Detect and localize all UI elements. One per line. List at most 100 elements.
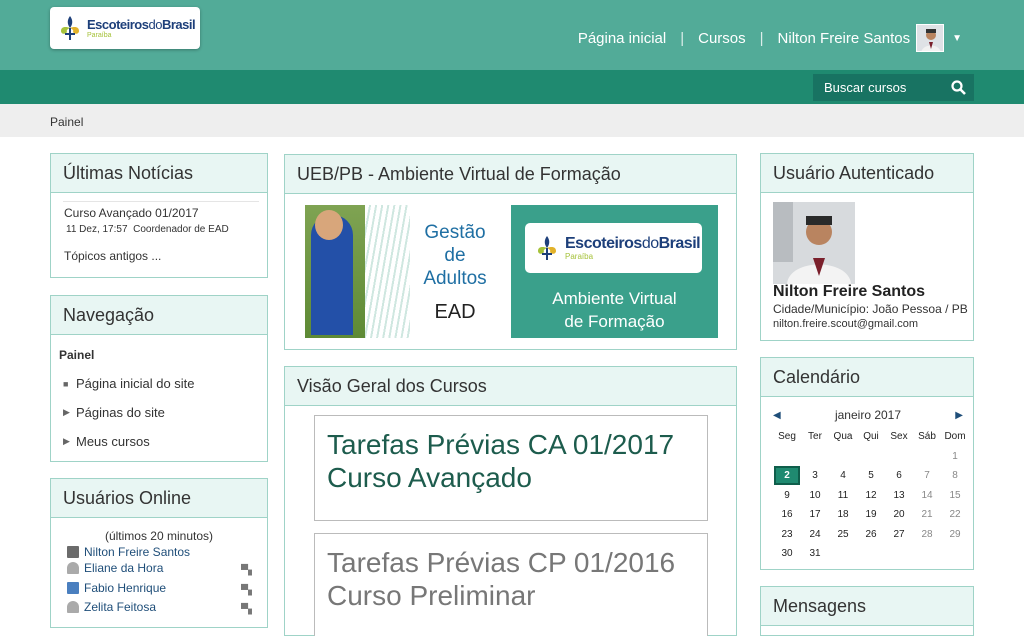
nav-site-pages[interactable]: ▶ Páginas do site (63, 405, 165, 420)
calendar-day[interactable]: 30 (773, 548, 801, 559)
next-month-icon[interactable]: ▶ (955, 410, 963, 421)
calendar-day[interactable]: 9 (773, 490, 801, 501)
avatar (67, 582, 79, 594)
calendar-day[interactable]: 5 (857, 470, 885, 481)
news-item-title[interactable]: Curso Avançado 01/2017 (64, 206, 199, 220)
banner-ead-label: EAD (434, 301, 476, 323)
expand-arrow-icon[interactable]: ▶ (63, 407, 76, 418)
course-title-line2[interactable]: Curso Avançado (327, 461, 695, 494)
user-icon (67, 601, 79, 613)
calendar-week-row: 30 31 (773, 544, 969, 564)
calendar-day[interactable]: 16 (773, 509, 801, 520)
user-menu-name[interactable]: Nilton Freire Santos (778, 30, 911, 47)
banner-logo-region: Paraíba (565, 251, 594, 261)
calendar-grid: Seg Ter Qua Qui Sex Sáb Dom 1 2 3 4 5 6 7 8 9 10 11 12 13 14… (773, 427, 969, 564)
calendar-day[interactable]: 20 (885, 509, 913, 520)
breadcrumb[interactable]: Painel (50, 115, 83, 129)
navigation-block: Navegação Painel ■ Página inicial do site… (50, 295, 268, 462)
calendar-weekday: Seg (778, 431, 796, 443)
calendar-day[interactable]: 18 (829, 509, 857, 520)
banner-virtual-env: Ambiente Virtual de Formação (511, 287, 718, 333)
calendar-weekday: Dom (944, 431, 966, 443)
course-card[interactable]: Tarefas Prévias CA 01/2017 Curso Avançad… (314, 415, 708, 521)
banner-logo: EscoteirosdoBrasil Paraíba (525, 223, 702, 273)
nav-site-home[interactable]: ■ Página inicial do site (63, 376, 195, 391)
news-item-meta: 11 Dez, 17:57 Coordenador de EAD (66, 224, 229, 235)
chevron-down-icon[interactable]: ▼ (952, 33, 962, 44)
calendar-day[interactable]: 11 (829, 490, 857, 501)
calendar-weekday: Qui (863, 431, 879, 443)
online-user-row[interactable]: Eliane da Hora (67, 561, 163, 575)
search-input[interactable]: Buscar cursos (824, 80, 906, 95)
course-card[interactable]: Tarefas Prévias CP 01/2016 Curso Prelimi… (314, 533, 708, 636)
nav-courses-link[interactable]: Cursos (698, 30, 746, 47)
online-user-row[interactable]: Fabio Henrique (67, 581, 166, 595)
calendar-day[interactable]: 22 (941, 509, 969, 520)
user-email: nilton.freire.scout@gmail.com (773, 318, 919, 330)
course-overview-title: Visão Geral dos Cursos (285, 367, 736, 406)
calendar-day[interactable]: 27 (885, 529, 913, 540)
user-fullname[interactable]: Nilton Freire Santos (773, 283, 925, 301)
nav-dashboard-link[interactable]: Painel (59, 348, 94, 362)
calendar-day[interactable]: 26 (857, 529, 885, 540)
calendar-day[interactable]: 13 (885, 490, 913, 501)
nav-site-pages-label: Páginas do site (76, 405, 165, 420)
calendar-weekday: Sáb (918, 431, 936, 443)
online-user-row[interactable]: Zelita Feitosa (67, 600, 156, 614)
nav-home-link[interactable]: Página inicial (578, 30, 666, 47)
nav-my-courses[interactable]: ▶ Meus cursos (63, 434, 150, 449)
calendar-day[interactable]: 24 (801, 529, 829, 540)
calendar-day[interactable]: 23 (773, 529, 801, 540)
prev-month-icon[interactable]: ◀ (773, 410, 781, 421)
calendar-day[interactable]: 14 (913, 490, 941, 501)
logo-name-1: Escoteiros (87, 16, 149, 32)
expand-arrow-icon[interactable]: ▶ (63, 436, 76, 447)
course-title-line1[interactable]: Tarefas Prévias CP 01/2016 (327, 546, 695, 579)
fleur-de-lis-icon (538, 236, 556, 260)
divider (63, 201, 259, 202)
calendar-day[interactable]: 8 (941, 470, 969, 481)
course-overview-block: Visão Geral dos Cursos Tarefas Prévias C… (284, 366, 737, 636)
messages-title: Mensagens (761, 587, 973, 626)
calendar-day[interactable]: 15 (941, 490, 969, 501)
banner-left-line3: Adultos (423, 268, 487, 289)
older-topics-link[interactable]: Tópicos antigos ... (64, 249, 161, 263)
calendar-day[interactable]: 12 (857, 490, 885, 501)
calendar-title: Calendário (761, 358, 973, 397)
calendar-day[interactable]: 6 (885, 470, 913, 481)
avatar (67, 546, 79, 558)
calendar-day[interactable]: 4 (829, 470, 857, 481)
message-icon[interactable]: ▀▖ (241, 604, 256, 615)
banner-logo-name-1: Escoteiros (565, 234, 642, 252)
user-profile-photo[interactable] (773, 202, 855, 284)
calendar-day[interactable]: 21 (913, 509, 941, 520)
logo-name-3: Brasil (161, 16, 196, 32)
calendar-day[interactable]: 17 (801, 509, 829, 520)
user-avatar[interactable] (916, 24, 945, 52)
online-user-name: Fabio Henrique (84, 581, 167, 595)
calendar-day[interactable]: 2 (774, 466, 800, 486)
search-icon[interactable] (951, 80, 966, 95)
calendar-day[interactable]: 10 (801, 490, 829, 501)
calendar-day[interactable]: 25 (829, 529, 857, 540)
message-icon[interactable]: ▀▖ (241, 565, 256, 576)
course-title-line2[interactable]: Curso Preliminar (327, 579, 695, 612)
message-icon[interactable]: ▀▖ (241, 585, 256, 596)
course-title-line1[interactable]: Tarefas Prévias CA 01/2017 (327, 428, 695, 461)
calendar-month[interactable]: janeiro 2017 (835, 408, 901, 422)
site-logo[interactable]: EscoteirosdoBrasil Paraíba (50, 7, 200, 49)
ueb-banner[interactable]: Gestão de Adultos EAD EscoteirosdoBrasil… (305, 205, 718, 338)
online-user-name: Zelita Feitosa (84, 600, 157, 614)
calendar-day[interactable]: 28 (913, 529, 941, 540)
calendar-day[interactable]: 3 (801, 470, 829, 481)
nav-my-courses-label: Meus cursos (76, 434, 150, 449)
calendar-day[interactable]: 31 (801, 548, 829, 559)
calendar-day[interactable]: 7 (913, 470, 941, 481)
calendar-day[interactable]: 29 (941, 529, 969, 540)
calendar-weekday-row: Seg Ter Qua Qui Sex Sáb Dom (773, 427, 969, 447)
calendar-day[interactable]: 1 (941, 451, 969, 462)
calendar-day[interactable]: 19 (857, 509, 885, 520)
online-user-row[interactable]: Nilton Freire Santos (67, 545, 190, 559)
banner-right-panel: EscoteirosdoBrasil Paraíba Ambiente Virt… (511, 205, 718, 338)
search-courses-box[interactable]: Buscar cursos (813, 74, 974, 101)
